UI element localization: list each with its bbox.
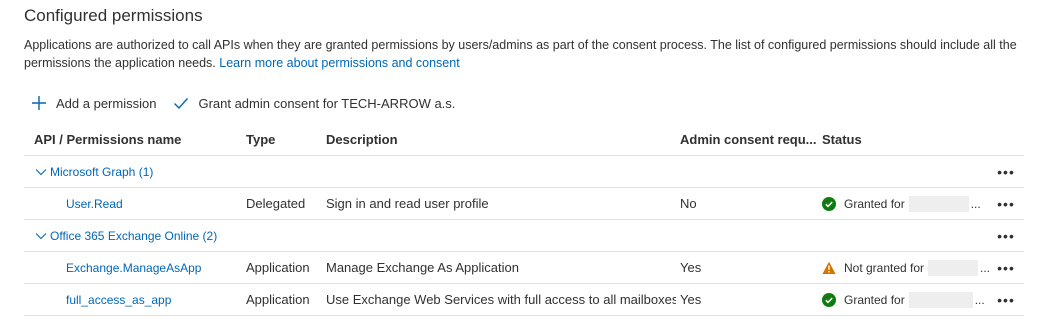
chevron-down-icon <box>34 229 48 243</box>
permission-type: Application <box>246 292 310 307</box>
redacted-tenant-name <box>908 291 973 308</box>
group-row-microsoft-graph: Microsoft Graph (1) ••• <box>24 156 1024 188</box>
more-options-button[interactable]: ••• <box>992 156 1020 187</box>
group-name: Office 365 Exchange Online (2) <box>50 228 218 243</box>
more-horizontal-icon: ••• <box>997 163 1015 180</box>
more-options-button[interactable]: ••• <box>992 188 1020 219</box>
column-header-api[interactable]: API / Permissions name <box>34 124 234 155</box>
status-text: Granted for <box>844 196 905 211</box>
permission-link-user-read[interactable]: User.Read <box>66 188 266 219</box>
section-title: Configured permissions <box>24 6 203 25</box>
status-text: Granted for <box>844 292 905 307</box>
status-truncation: ... <box>979 260 990 275</box>
learn-more-link[interactable]: Learn more about permissions and consent <box>219 56 459 70</box>
group-row-exchange-online: Office 365 Exchange Online (2) ••• <box>24 220 1024 252</box>
admin-consent-required: Yes <box>680 292 702 307</box>
permission-type: Application <box>246 260 310 275</box>
permission-description: Use Exchange Web Services with full acce… <box>326 292 676 307</box>
table-header-row: API / Permissions name Type Description … <box>24 124 1024 156</box>
admin-consent-required: Yes <box>680 260 702 275</box>
warning-triangle-icon <box>822 261 836 274</box>
redacted-tenant-name <box>928 259 978 276</box>
check-circle-icon <box>822 196 836 211</box>
status-text: Not granted for <box>844 260 925 275</box>
column-header-description[interactable]: Description <box>326 124 676 155</box>
add-permission-label: Add a permission <box>56 95 157 111</box>
admin-consent-required: No <box>680 196 697 211</box>
table-row: Exchange.ManageAsApp Application Manage … <box>24 252 1024 284</box>
plus-icon <box>30 94 48 112</box>
toolbar: Add a permission Grant admin consent for… <box>30 92 455 114</box>
group-toggle-exchange-online[interactable]: Office 365 Exchange Online (2) <box>34 220 434 251</box>
column-header-status[interactable]: Status <box>822 124 990 155</box>
column-header-admin-consent[interactable]: Admin consent requ... <box>680 124 816 155</box>
chevron-down-icon <box>34 165 48 179</box>
description-text: Applications are authorized to call APIs… <box>24 38 1017 70</box>
permissions-table: API / Permissions name Type Description … <box>24 124 1024 316</box>
column-header-type[interactable]: Type <box>246 124 322 155</box>
status-cell: Not granted for ... <box>822 252 990 283</box>
checkmark-icon <box>172 94 190 112</box>
grant-admin-consent-button[interactable]: Grant admin consent for TECH-ARROW a.s. <box>172 94 455 112</box>
grant-admin-consent-label: Grant admin consent for TECH-ARROW a.s. <box>198 95 456 111</box>
add-permission-button[interactable]: Add a permission <box>30 94 156 112</box>
more-options-button[interactable]: ••• <box>992 284 1020 315</box>
table-row: full_access_as_app Application Use Excha… <box>24 284 1024 316</box>
status-truncation: ... <box>974 292 985 307</box>
more-horizontal-icon: ••• <box>997 291 1015 308</box>
status-cell: Granted for ... <box>822 188 990 219</box>
more-horizontal-icon: ••• <box>997 227 1015 244</box>
section-description: Applications are authorized to call APIs… <box>24 37 1034 72</box>
permission-link-exchange-manageasapp[interactable]: Exchange.ManageAsApp <box>66 252 266 283</box>
more-horizontal-icon: ••• <box>997 259 1015 276</box>
more-options-button[interactable]: ••• <box>992 252 1020 283</box>
check-circle-icon <box>822 292 836 307</box>
table-row: User.Read Delegated Sign in and read use… <box>24 188 1024 220</box>
permission-type: Delegated <box>246 196 306 211</box>
permission-description: Sign in and read user profile <box>326 196 489 211</box>
more-options-button[interactable]: ••• <box>992 220 1020 251</box>
group-toggle-microsoft-graph[interactable]: Microsoft Graph (1) <box>34 156 434 187</box>
permission-description: Manage Exchange As Application <box>326 260 519 275</box>
redacted-tenant-name <box>908 195 969 212</box>
more-horizontal-icon: ••• <box>997 195 1015 212</box>
group-name: Microsoft Graph (1) <box>50 164 154 179</box>
permission-link-full-access-as-app[interactable]: full_access_as_app <box>66 284 266 315</box>
status-truncation: ... <box>970 196 981 211</box>
status-cell: Granted for ... <box>822 284 990 315</box>
